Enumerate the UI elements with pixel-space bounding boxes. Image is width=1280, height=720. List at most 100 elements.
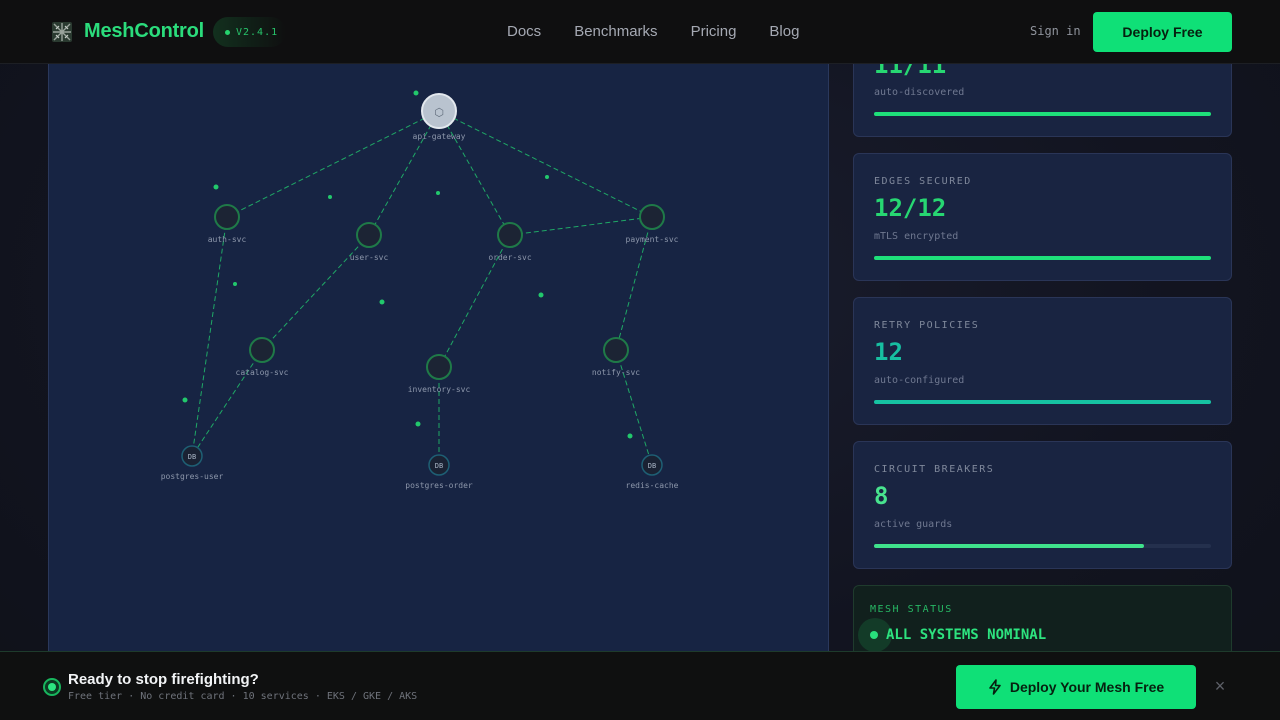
- stat-value: 12/12: [874, 194, 947, 222]
- node-label: notify-svc: [592, 368, 640, 377]
- status-text: ALL SYSTEMS NOMINAL: [886, 627, 1047, 643]
- node-catalog-svc[interactable]: catalog-svc: [236, 337, 289, 377]
- status-dot-icon: [870, 631, 878, 639]
- node-label: inventory-svc: [408, 385, 471, 394]
- service-node-circle[interactable]: [639, 204, 665, 230]
- mesh-topology-panel: ⬡ api-gateway auth-svc user-svc order-sv…: [48, 64, 829, 664]
- progress-fill: [874, 544, 1144, 548]
- brand-name[interactable]: MeshControl: [84, 20, 204, 43]
- particle: [436, 191, 440, 195]
- deploy-free-button[interactable]: Deploy Free: [1093, 12, 1232, 52]
- particle: [545, 175, 549, 179]
- stat-card-retry-policies: RETRY POLICIES 12 auto-configured: [853, 297, 1232, 425]
- database-icon: DB: [648, 462, 656, 470]
- version-badge: V2.4.1: [213, 17, 287, 47]
- edge: [438, 110, 511, 236]
- particle: [415, 421, 421, 427]
- edge: [368, 110, 440, 236]
- node-auth-svc[interactable]: auth-svc: [208, 204, 247, 244]
- lightning-icon: [989, 679, 1001, 695]
- node-label: user-svc: [350, 253, 389, 262]
- node-notify-svc[interactable]: notify-svc: [592, 337, 640, 377]
- particle: [627, 433, 633, 439]
- progress-fill: [874, 400, 1211, 404]
- node-postgres-user[interactable]: DB postgres-user: [161, 445, 224, 481]
- node-label: postgres-user: [161, 472, 224, 481]
- stat-value: 8: [874, 482, 889, 510]
- node-label: order-svc: [488, 253, 532, 262]
- service-node-circle[interactable]: [497, 222, 523, 248]
- particle: [379, 299, 385, 305]
- nav-link-pricing[interactable]: Pricing: [691, 23, 737, 40]
- edge: [509, 216, 653, 236]
- node-inventory-svc[interactable]: inventory-svc: [408, 354, 471, 394]
- node-order-svc[interactable]: order-svc: [488, 222, 532, 262]
- stat-title: RETRY POLICIES: [874, 320, 980, 331]
- node-label: postgres-order: [405, 481, 473, 490]
- edge: [226, 110, 440, 218]
- nav-links: Docs Benchmarks Pricing Blog: [507, 23, 799, 40]
- stat-title: EDGES SECURED: [874, 176, 972, 187]
- node-label: api-gateway: [413, 132, 466, 141]
- mesh-topology-graph: ⬡ api-gateway auth-svc user-svc order-sv…: [161, 90, 679, 490]
- node-label: auth-svc: [208, 235, 247, 244]
- edge: [191, 349, 263, 457]
- live-dot: [48, 683, 56, 691]
- progress-bar: [874, 112, 1211, 116]
- stat-subtitle: active guards: [874, 519, 953, 530]
- progress-bar: [874, 256, 1211, 260]
- deploy-mesh-label: Deploy Your Mesh Free: [1009, 679, 1165, 695]
- sign-in-link[interactable]: Sign in: [1030, 24, 1081, 38]
- progress-fill: [874, 256, 1211, 260]
- status-title: MESH STATUS: [870, 604, 953, 615]
- banner-subtitle: Free tier · No credit card · 10 services…: [68, 691, 418, 702]
- banner-title: Ready to stop firefighting?: [68, 671, 259, 688]
- progress-bar: [874, 544, 1211, 548]
- stat-subtitle: mTLS encrypted: [874, 231, 959, 242]
- nav-link-blog[interactable]: Blog: [769, 23, 799, 40]
- particle: [233, 282, 237, 286]
- deploy-mesh-button[interactable]: Deploy Your Mesh Free: [956, 665, 1196, 709]
- stat-subtitle: auto-discovered: [874, 87, 965, 98]
- particle: [182, 397, 188, 403]
- nav-link-docs[interactable]: Docs: [507, 23, 541, 40]
- service-node-circle[interactable]: [426, 354, 452, 380]
- node-label: redis-cache: [626, 481, 679, 490]
- top-nav: MeshControl V2.4.1 Docs Benchmarks Prici…: [0, 0, 1280, 64]
- logo-icon: [52, 22, 72, 42]
- status-dot-icon: [225, 29, 230, 35]
- node-label: catalog-svc: [236, 368, 289, 377]
- particle: [328, 195, 332, 199]
- service-node-circle[interactable]: [249, 337, 275, 363]
- service-node-circle[interactable]: [356, 222, 382, 248]
- edge: [191, 216, 228, 457]
- version-label: V2.4.1: [236, 26, 279, 38]
- node-user-svc[interactable]: user-svc: [350, 222, 389, 262]
- graph-edges: [191, 110, 653, 466]
- progress-bar: [874, 400, 1211, 404]
- service-node-circle[interactable]: [214, 204, 240, 230]
- hexagon-icon: ⬡: [434, 106, 444, 119]
- service-node-circle[interactable]: [603, 337, 629, 363]
- stat-card-edges-secured: EDGES SECURED 12/12 mTLS encrypted: [853, 153, 1232, 281]
- node-label: payment-svc: [626, 235, 679, 244]
- close-icon[interactable]: ×: [1211, 676, 1229, 696]
- live-indicator-icon: [43, 678, 61, 696]
- stat-title: CIRCUIT BREAKERS: [874, 464, 995, 475]
- database-icon: DB: [435, 462, 443, 470]
- cta-banner: Ready to stop firefighting? Free tier · …: [0, 651, 1280, 720]
- edge: [438, 110, 653, 218]
- stat-subtitle: auto-configured: [874, 375, 965, 386]
- node-postgres-order[interactable]: DB postgres-order: [405, 454, 473, 490]
- stat-value: 12: [874, 338, 903, 366]
- node-api-gateway[interactable]: ⬡ api-gateway: [413, 93, 466, 141]
- particle: [213, 184, 219, 190]
- database-icon: DB: [188, 453, 196, 461]
- nav-link-benchmarks[interactable]: Benchmarks: [574, 23, 657, 40]
- stat-card-circuit-breakers: CIRCUIT BREAKERS 8 active guards: [853, 441, 1232, 569]
- node-payment-svc[interactable]: payment-svc: [626, 204, 679, 244]
- particle: [413, 90, 419, 96]
- particle: [538, 292, 544, 298]
- node-redis-cache[interactable]: DB redis-cache: [626, 454, 679, 490]
- progress-fill: [874, 112, 1211, 116]
